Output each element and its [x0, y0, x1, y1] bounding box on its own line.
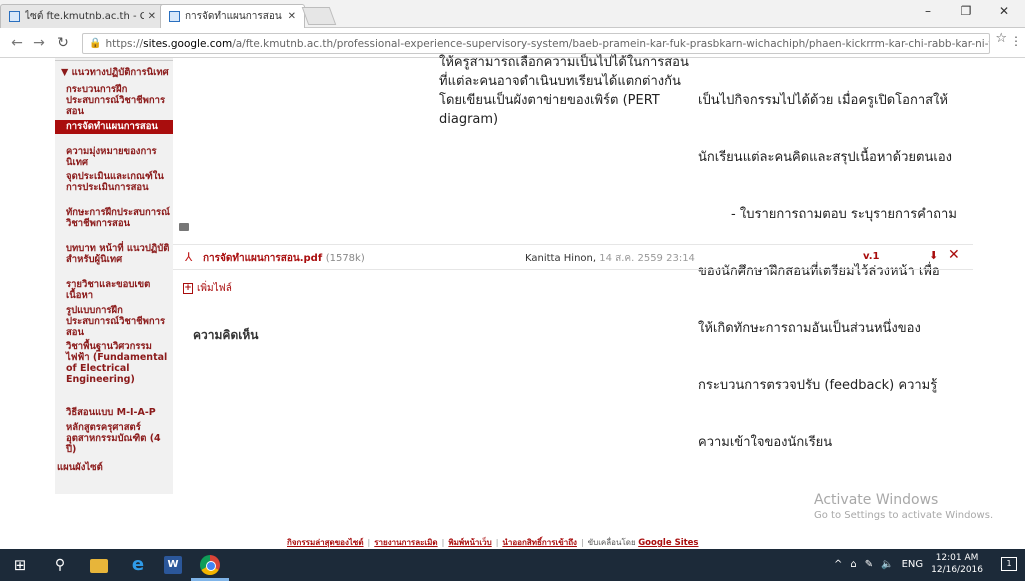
tab-strip: ไซต์ fte.kmutnb.ac.th - Go ✕ การจัดทำแผน…: [0, 0, 1025, 28]
close-window-button[interactable]: ✕: [989, 0, 1019, 22]
windows-start-icon[interactable]: ⊞: [10, 555, 30, 575]
add-file-button[interactable]: + เพิ่มไฟล์: [183, 281, 232, 296]
sitemap-link[interactable]: แผนผังไซต์: [57, 462, 103, 473]
sidebar: ▼ แนวทางปฏิบัติการนิเทศ กระบวนการฝึกประส…: [55, 58, 173, 494]
footer-separator: |: [367, 538, 371, 547]
site-favicon-icon: [169, 11, 180, 22]
bookmark-star-icon[interactable]: ☆: [995, 31, 1007, 46]
sidebar-item-active[interactable]: การจัดทำแผนการสอน: [55, 120, 173, 134]
content-line: เป็นไปกิจกรรมไปได้ด้วย เมื่อครูเปิดโอกาส…: [698, 93, 948, 108]
tab-title: ไซต์ fte.kmutnb.ac.th - Go: [25, 11, 144, 22]
pdf-icon: ⅄: [185, 250, 193, 264]
sidebar-item[interactable]: รายวิชาและขอบเขตเนื้อหา: [66, 279, 170, 301]
content-line: ความเข้าใจของนักเรียน: [698, 435, 833, 450]
address-bar[interactable]: 🔒 https://sites.google.com/a/fte.kmutnb.…: [82, 33, 990, 54]
back-icon[interactable]: ←: [8, 34, 26, 52]
attachment-meta: Kanitta Hinon, 14 ส.ค. 2559 23:14: [525, 251, 695, 266]
sidebar-item[interactable]: กระบวนการฝึกประสบการณ์วิชาชีพการสอน: [66, 84, 170, 117]
watermark-title: Activate Windows: [814, 492, 939, 508]
attachment-link[interactable]: การจัดทำแผนการสอน.pdf (1578k): [203, 251, 365, 266]
attachment-date: 14 ส.ค. 2559 23:14: [599, 253, 695, 264]
show-hidden-icons-icon[interactable]: ^: [834, 559, 842, 570]
add-file-label[interactable]: เพิ่มไฟล์: [197, 281, 232, 296]
sidebar-category[interactable]: ▼ แนวทางปฏิบัติการนิเทศ: [61, 67, 169, 78]
tab-title: การจัดทำแผนการสอน - PRO: [185, 11, 284, 22]
folder-icon: [179, 223, 189, 231]
clock-date: 12/16/2016: [931, 565, 983, 575]
footer-powered-by: ขับเคลื่อนโดย: [587, 538, 636, 547]
attachment-row: ⅄ การจัดทำแผนการสอน.pdf (1578k) Kanitta …: [173, 244, 973, 270]
language-indicator[interactable]: ENG: [902, 559, 924, 570]
attachment-file-name[interactable]: การจัดทำแผนการสอน.pdf: [203, 253, 322, 264]
footer-separator: |: [580, 538, 584, 547]
sidebar-item[interactable]: ความมุ่งหมายของการนิเทศ: [66, 146, 170, 168]
url-path: /a/fte.kmutnb.ac.th/professional-experie…: [232, 37, 990, 50]
sidebar-item[interactable]: รูปแบบการฝึกประสบการณ์วิชาชีพการสอน: [66, 305, 170, 338]
volume-icon[interactable]: 🔈: [881, 559, 893, 570]
footer-link-print[interactable]: พิมพ์หน้าเว็บ: [448, 538, 491, 547]
url-scheme: https://: [105, 37, 144, 50]
comments-heading: ความคิดเห็น: [193, 328, 259, 342]
content-line: diagram): [439, 112, 499, 127]
content-line: ให้ครูสามารถเลือกความเป็นไปได้ในการสอน: [439, 55, 689, 70]
site-favicon-icon: [9, 11, 20, 22]
sidebar-item[interactable]: วิธีสอนแบบ M-I-A-P: [66, 407, 170, 418]
sidebar-item[interactable]: ทักษะการฝึกประสบการณ์วิชาชีพการสอน: [66, 207, 170, 229]
footer-link-recent-activity[interactable]: กิจกรรมล่าสุดของไซต์: [287, 538, 364, 547]
close-tab-icon[interactable]: ✕: [148, 11, 156, 22]
file-explorer-icon[interactable]: [90, 559, 108, 573]
sidebar-item[interactable]: วิชาพื้นฐานวิศวกรรมไฟฟ้า (Fundamental of…: [66, 341, 170, 385]
clock-time: 12:01 AM: [935, 553, 979, 563]
clock[interactable]: 12:01 AM 12/16/2016: [931, 552, 983, 576]
footer-link-report-abuse[interactable]: รายงานการละเมิด: [374, 538, 437, 547]
edge-browser-icon[interactable]: e: [128, 555, 148, 575]
network-icon[interactable]: ⌂: [850, 559, 856, 570]
notifications-icon[interactable]: 1: [1001, 557, 1017, 571]
lock-icon: 🔒: [89, 38, 102, 49]
attachment-version-link[interactable]: v.1: [863, 251, 879, 262]
content-line: ที่แต่ละคนอาจดำเนินบทเรียนได้แตกต่างกัน: [439, 74, 681, 89]
chrome-icon[interactable]: [200, 555, 220, 575]
sidebar-item[interactable]: บทบาท หน้าที่ แนวปฏิบัติสำหรับผู้นิเทศ: [66, 243, 170, 265]
sidebar-top-divider: [55, 58, 173, 61]
url-host: sites.google.com: [143, 37, 233, 50]
sidebar-item[interactable]: หลักสูตรครุศาสตร์อุตสาหกรรมบัณฑิต (4 ปี): [66, 422, 170, 455]
browser-menu-icon[interactable]: ⋮: [1010, 34, 1022, 48]
content-line: โดยเขียนเป็นผังตาข่ายของเพิร์ต (PERT: [439, 93, 660, 108]
pen-icon[interactable]: ✎: [865, 559, 873, 570]
new-tab-button[interactable]: [301, 7, 337, 25]
attachment-uploader: Kanitta Hinon,: [525, 253, 597, 264]
sidebar-item[interactable]: จุดประเมินและเกณฑ์ในการประเมินการสอน: [66, 171, 170, 193]
footer-link-remove-access[interactable]: นำออกสิทธิ์การเข้าถึง: [502, 538, 577, 547]
system-tray: ^ ⌂ ✎ 🔈 ENG 12:01 AM 12/16/2016: [834, 552, 983, 576]
delete-icon[interactable]: ✕: [948, 247, 960, 263]
content-line: นักเรียนแต่ละคนคิดและสรุปเนื้อหาด้วยตนเอ…: [698, 150, 952, 165]
browser-tab-2[interactable]: การจัดทำแผนการสอน - PRO ✕: [160, 4, 305, 28]
content-line: กระบวนการตรวจปรับ (feedback) ความรู้: [698, 378, 938, 393]
minimize-button[interactable]: –: [913, 0, 943, 22]
footer-separator: |: [495, 538, 499, 547]
maximize-button[interactable]: ❐: [951, 0, 981, 22]
attachment-file-size: (1578k): [325, 253, 365, 264]
site-footer: กิจกรรมล่าสุดของไซต์ | รายงานการละเมิด | พิม…: [287, 536, 699, 549]
windows-taskbar: ⊞ ⚲ e W ^ ⌂ ✎ 🔈 ENG 12:01 AM 12/16/2016 …: [0, 549, 1025, 581]
watermark-subtitle: Go to Settings to activate Windows.: [814, 510, 994, 521]
search-icon[interactable]: ⚲: [50, 555, 70, 575]
content-line: ให้เกิดทักษะการถามอันเป็นส่วนหนึ่งของ: [698, 321, 921, 336]
forward-icon[interactable]: →: [30, 34, 48, 52]
reload-icon[interactable]: ↻: [54, 34, 72, 52]
activate-windows-watermark: Activate Windows Go to Settings to activ…: [814, 492, 993, 521]
close-tab-icon[interactable]: ✕: [288, 11, 296, 22]
word-icon[interactable]: W: [164, 556, 182, 574]
download-icon[interactable]: ⬇: [929, 249, 938, 262]
browser-tab-1[interactable]: ไซต์ fte.kmutnb.ac.th - Go ✕: [0, 4, 165, 28]
footer-separator: |: [441, 538, 445, 547]
add-file-icon: +: [183, 283, 193, 294]
content-column-1: ให้ครูสามารถเลือกความเป็นไปได้ในการสอน ท…: [439, 53, 689, 129]
footer-link-google-sites[interactable]: Google Sites: [638, 538, 698, 548]
content-line: - ใบรายการถามตอบ ระบุรายการคำถาม: [698, 207, 957, 222]
